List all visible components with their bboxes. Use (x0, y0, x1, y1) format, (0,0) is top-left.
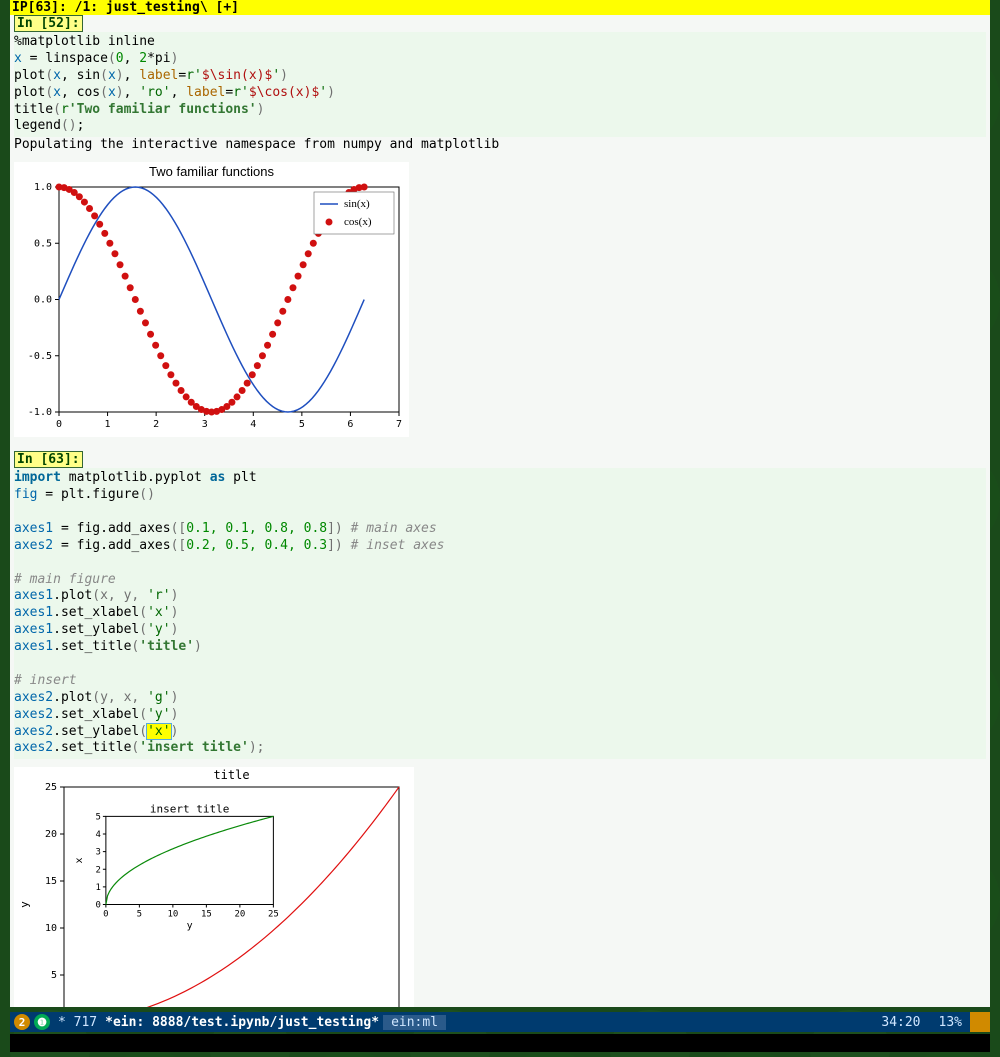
svg-text:0.5: 0.5 (34, 238, 52, 249)
minibuffer[interactable] (10, 1034, 990, 1052)
svg-text:4: 4 (250, 419, 256, 430)
window-badge: 2 (14, 1014, 30, 1030)
svg-text:5: 5 (299, 419, 305, 430)
svg-text:0: 0 (56, 419, 62, 430)
svg-text:25: 25 (268, 910, 279, 920)
chart-1: Two familiar functions 0 1 2 3 4 5 6 7 -1.0 -0.5 0.… (14, 162, 409, 437)
var: x (14, 51, 22, 66)
svg-text:-0.5: -0.5 (28, 351, 52, 362)
svg-text:5: 5 (95, 813, 100, 823)
header-line: IP[63]: /1: just_testing\ [+] (10, 0, 990, 15)
svg-text:10: 10 (167, 910, 178, 920)
svg-text:-1.0: -1.0 (28, 407, 52, 418)
svg-text:25: 25 (45, 782, 57, 793)
modeline-end (970, 1012, 990, 1032)
svg-text:Two familiar functions: Two familiar functions (149, 164, 274, 179)
input-prompt: In [63]: (14, 451, 83, 468)
chart-2: titlexy0123450510152025insert titleyx051… (14, 767, 414, 1007)
input-prompt: In [52]: (14, 15, 83, 32)
svg-text:15: 15 (201, 910, 212, 920)
svg-text:0: 0 (95, 901, 100, 911)
cursor-position: 34:20 (871, 1015, 930, 1030)
stdout: Populating the interactive namespace fro… (14, 137, 986, 154)
window-badge: ❶ (34, 1014, 50, 1030)
svg-text:4: 4 (95, 830, 100, 840)
svg-text:x: x (74, 858, 85, 864)
svg-text:3: 3 (202, 419, 208, 430)
svg-text:7: 7 (396, 419, 402, 430)
svg-text:2: 2 (95, 866, 100, 876)
cursor-pos[interactable]: 'x' (147, 724, 170, 739)
svg-text:6: 6 (347, 419, 353, 430)
plot-output-2: titlexy0123450510152025insert titleyx051… (14, 767, 414, 1007)
modeline: 2 ❶ * 717 *ein: 8888/test.ipynb/just_tes… (10, 1012, 990, 1032)
svg-text:0: 0 (103, 910, 108, 920)
svg-text:20: 20 (45, 829, 57, 840)
svg-text:y: y (187, 921, 193, 932)
svg-text:sin(x): sin(x) (344, 198, 370, 210)
major-mode: ein:ml (383, 1015, 446, 1030)
svg-text:1.0: 1.0 (34, 182, 52, 193)
svg-text:20: 20 (234, 910, 245, 920)
buffer-content[interactable]: In [52]: %matplotlib inline x = linspace… (10, 15, 990, 1007)
svg-text:0.0: 0.0 (34, 295, 52, 306)
svg-text:cos(x): cos(x) (344, 216, 372, 228)
editor-frame: IP[63]: /1: just_testing\ [+] In [52]: %… (10, 0, 990, 1007)
svg-text:2: 2 (153, 419, 159, 430)
svg-text:15: 15 (45, 876, 57, 887)
svg-text:5: 5 (137, 910, 142, 920)
svg-text:insert title: insert title (150, 803, 229, 816)
svg-text:5: 5 (51, 970, 57, 981)
code-cell[interactable]: import matplotlib.pyplot as plt fig = pl… (14, 468, 986, 759)
plot-output-1: Two familiar functions 0 1 2 3 4 5 6 7 -1.0 -0.5 0.… (14, 162, 409, 437)
svg-text:3: 3 (95, 848, 100, 858)
svg-text:title: title (213, 768, 249, 782)
svg-text:10: 10 (45, 923, 57, 934)
svg-text:1: 1 (95, 883, 100, 893)
svg-text:y: y (18, 901, 31, 908)
buffer-name: *ein: 8888/test.ipynb/just_testing* (105, 1015, 379, 1030)
svg-text:1: 1 (105, 419, 111, 430)
code-cell[interactable]: %matplotlib inline x = linspace(0, 2*pi)… (14, 32, 986, 137)
magic-line: %matplotlib inline (14, 34, 155, 49)
scroll-percent: 13% (931, 1015, 970, 1030)
